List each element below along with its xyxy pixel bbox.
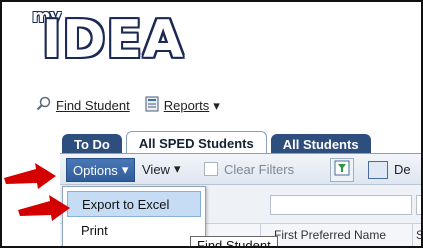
reports-label: Reports bbox=[163, 98, 210, 113]
column-header-next[interactable]: S bbox=[416, 228, 421, 242]
document-icon bbox=[368, 161, 388, 179]
de-label: De bbox=[394, 161, 411, 177]
filter-grid-button[interactable] bbox=[330, 158, 354, 182]
menu-item-print[interactable]: Print bbox=[63, 217, 205, 243]
filter-icon bbox=[334, 160, 350, 181]
tab-all-students[interactable]: All Students bbox=[270, 134, 371, 154]
tooltip: Find Student bbox=[190, 236, 278, 246]
annotation-arrow-icon bbox=[18, 195, 70, 221]
find-student-label: Find Student bbox=[56, 98, 130, 113]
clear-filters-button[interactable]: Clear Filters bbox=[198, 158, 300, 180]
view-label: View bbox=[142, 161, 170, 177]
search-icon bbox=[36, 96, 52, 115]
find-student-link[interactable]: Find Student bbox=[36, 96, 130, 115]
options-label: Options bbox=[73, 162, 118, 178]
filter-input[interactable] bbox=[416, 195, 421, 215]
menu-item-export-to-excel[interactable]: Export to Excel bbox=[67, 191, 201, 217]
reports-icon bbox=[144, 96, 160, 115]
logo-name: IDEA bbox=[42, 10, 185, 70]
options-dropdown-menu: Export to Excel Print bbox=[62, 186, 206, 246]
annotation-arrow-icon bbox=[4, 163, 56, 189]
chevron-down-icon: ▾ bbox=[173, 161, 181, 176]
clear-filters-label: Clear Filters bbox=[224, 161, 295, 177]
chevron-down-icon: ▾ bbox=[213, 97, 220, 113]
tab-bar: To Do All SPED Students All Students bbox=[62, 131, 375, 154]
column-header-first-preferred-name[interactable]: First Preferred Name bbox=[274, 228, 386, 242]
tab-all-sped-students[interactable]: All SPED Students bbox=[125, 131, 267, 154]
chevron-down-icon: ▾ bbox=[121, 162, 129, 177]
filter-input[interactable] bbox=[270, 195, 412, 215]
options-button[interactable]: Options ▾ bbox=[66, 158, 136, 182]
de-button[interactable]: De bbox=[368, 158, 411, 180]
column-divider bbox=[412, 224, 413, 246]
checkbox-icon bbox=[204, 162, 218, 176]
grid-toolbar: Options ▾ View ▾ Clear Filters De bbox=[60, 154, 421, 185]
top-toolbar: Find Student Reports ▾ bbox=[36, 96, 220, 115]
screenshot-frame: my IDEA Find Student Reports ▾ To Do All… bbox=[0, 0, 423, 248]
tab-to-do[interactable]: To Do bbox=[62, 134, 122, 154]
reports-menu-button[interactable]: Reports ▾ bbox=[144, 96, 220, 115]
view-button[interactable]: View ▾ bbox=[136, 158, 186, 180]
